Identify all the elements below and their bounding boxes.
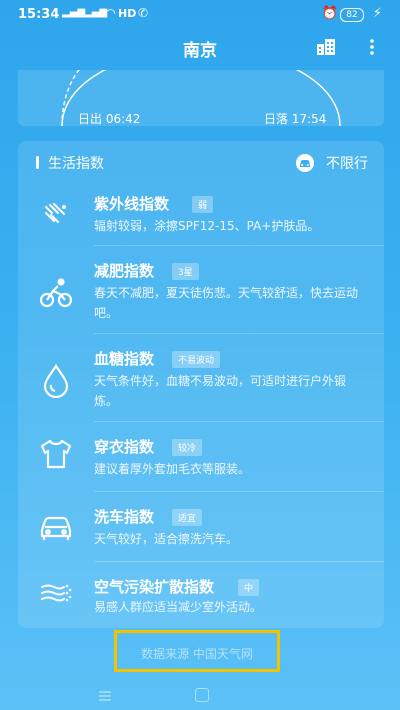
charging-icon: ⚡ [372,6,382,21]
app-bar: 南京 [0,30,400,64]
sun-arc-card: 日出 06:42 日落 17:54 [18,70,384,126]
uv-rays-icon [45,203,66,223]
blood-drop-icon [43,364,69,398]
life-index-header: 生活指数 不限行 [18,141,384,185]
wifi-icon: ◠ [106,6,116,20]
status-bar: 15:34 ▂▄▆ ▂▄▆ ◠ HD ✆ ⏰ 82 ⚡ [0,0,400,30]
index-level-badge: 不易波动 [172,351,221,368]
sunset-time: 日落 17:54 [264,112,327,126]
system-nav-bar [0,682,400,710]
cycling-icon [39,278,73,308]
index-name: 减肥指数 [94,262,155,280]
alarm-icon: ⏰ [321,6,338,21]
index-name: 穿衣指数 [94,438,155,456]
index-name: 紫外线指数 [94,195,170,213]
index-row-dressing[interactable]: 穿衣指数 较冷 建议着厚外套加毛衣等服装。 [18,422,384,492]
battery-indicator: 82 [340,8,364,22]
car-icon [296,154,314,172]
index-row-air-diffusion[interactable]: 空气污染扩散指数 中 易感人群应适当减少室外活动。 [18,562,384,628]
index-level-badge: 中 [238,579,260,596]
index-description: 天气较好，适合擦洗汽车。 [94,532,239,546]
index-description: 天气条件好，血糖不易波动，可适时进行户外锻炼。 [94,374,347,408]
sun-path-arc [61,70,341,126]
city-title: 南京 [183,41,217,61]
car-wash-icon [40,516,72,540]
life-index-card: 生活指数 不限行 紫外线指数 弱 辐射较弱，涂擦SPF12-15、PA+护肤品。… [18,141,384,628]
index-description: 建议着厚外套加毛衣等服装。 [94,462,251,476]
traffic-limit-status: 不限行 [326,156,368,172]
signal-icon-2: ▂▄▆ [84,7,108,18]
index-row-uv[interactable]: 紫外线指数 弱 辐射较弱，涂擦SPF12-15、PA+护肤品。 [18,185,384,246]
index-row-blood-sugar[interactable]: 血糖指数 不易波动 天气条件好，血糖不易波动，可适时进行户外锻炼。 [18,334,384,422]
tshirt-icon [40,439,72,469]
index-description: 春天不减肥，夏天徒伤悲。天气较舒适，快去运动吧。 [94,286,359,320]
index-level-badge: 较冷 [172,439,203,456]
sunrise-time: 日出 06:42 [78,112,141,126]
city-management-icon[interactable] [316,38,336,56]
index-name: 空气污染扩散指数 [94,578,215,596]
index-level-badge: 3星 [172,263,199,280]
data-source-highlight: 数据来源 中国天气网 [114,630,280,672]
more-options-icon[interactable] [368,38,376,56]
menu-icon[interactable] [98,690,112,702]
network-label: HD [118,7,137,20]
index-description: 易感人群应适当减少室外活动。 [94,600,263,614]
section-marker [36,156,39,169]
index-level-badge: 适宜 [172,509,203,526]
index-row-car-wash[interactable]: 洗车指数 适宜 天气较好，适合擦洗汽车。 [18,492,384,562]
index-name: 洗车指数 [94,508,155,526]
signal-icon: ▂▄▆ [62,7,86,18]
data-source-text[interactable]: 数据来源 中国天气网 [117,645,277,662]
index-name: 血糖指数 [94,350,155,368]
home-icon[interactable] [195,688,209,702]
status-time: 15:34 [18,7,60,22]
index-row-weight-loss[interactable]: 减肥指数 3星 春天不减肥，夏天徒伤悲。天气较舒适，快去运动吧。 [18,246,384,334]
index-description: 辐射较弱，涂擦SPF12-15、PA+护肤品。 [94,219,320,233]
air-diffusion-icon [41,584,72,602]
phone-icon: ✆ [138,6,149,20]
life-index-title: 生活指数 [48,156,104,172]
index-level-badge: 弱 [192,196,214,213]
